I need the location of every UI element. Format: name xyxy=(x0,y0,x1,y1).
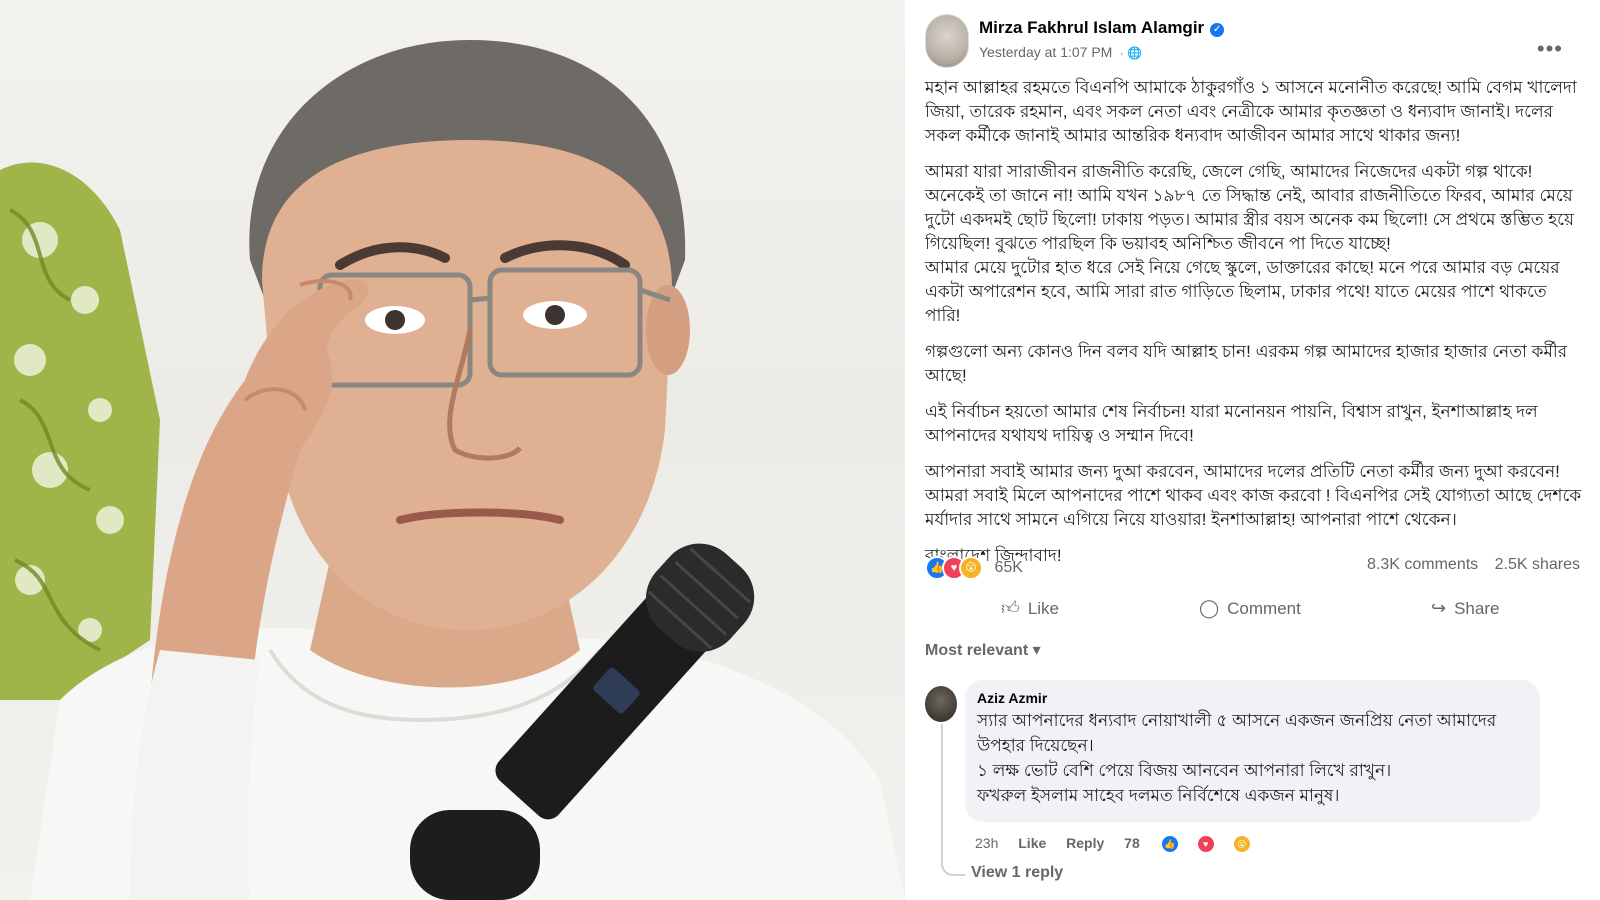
post-paragraph: আপনারা সবাই আমার জন্য দুআ করবেন, আমাদের … xyxy=(925,462,1582,529)
commenter-name[interactable]: Aziz Azmir xyxy=(977,690,1528,706)
comment-line: ফখরুল ইসলাম সাহেব দলমত নির্বিশেষে একজন ম… xyxy=(977,786,1340,805)
comment-label: Comment xyxy=(1227,599,1301,618)
post-paragraph: আমরা যারা সারাজীবন রাজনীতি করেছি, জেলে গ… xyxy=(925,162,1575,253)
comment-reply-button[interactable]: Reply xyxy=(1066,835,1104,851)
author-avatar[interactable] xyxy=(925,14,969,68)
portrait-illustration xyxy=(0,40,905,900)
post-paragraph: এই নির্বাচন হয়তো আমার শেষ নির্বাচন! যার… xyxy=(925,402,1538,445)
comment-button[interactable]: ◯ Comment xyxy=(1199,592,1301,624)
comment-count[interactable]: 8.3K comments xyxy=(1367,556,1478,573)
commenter-avatar[interactable] xyxy=(925,686,957,722)
reactions-summary[interactable]: 👍 ♥ 😮 65K xyxy=(925,556,1023,580)
post-time-text[interactable]: Yesterday at 1:07 PM xyxy=(979,44,1112,60)
author-name[interactable]: Mirza Fakhrul Islam Alamgir ✓ xyxy=(979,18,1225,38)
post-stats: 👍 ♥ 😮 65K 8.3K comments 2.5K shares xyxy=(925,556,1580,580)
chevron-down-icon: ▾ xyxy=(1032,642,1041,659)
share-icon: ↪ xyxy=(1431,598,1447,618)
reaction-count[interactable]: 65K xyxy=(994,559,1022,576)
post-actions: 👍︎ Like ◯ Comment ↪ Share xyxy=(925,592,1580,626)
author-name-text[interactable]: Mirza Fakhrul Islam Alamgir xyxy=(979,18,1204,37)
sort-label: Most relevant xyxy=(925,642,1029,659)
comment-line: স্যার আপনাদের ধন্যবাদ নোয়াখালী ৫ আসনে এ… xyxy=(977,711,1497,755)
share-count[interactable]: 2.5K shares xyxy=(1495,556,1580,573)
like-icon: 👍︎ xyxy=(1001,598,1020,618)
comment-sort-dropdown[interactable]: Most relevant ▾ xyxy=(925,640,1041,660)
comment-bubble: Aziz Azmir স্যার আপনাদের ধন্যবাদ নোয়াখা… xyxy=(965,680,1540,822)
reply-thread-line xyxy=(941,724,965,876)
wow-icon: 😮 xyxy=(959,556,983,580)
comment-age[interactable]: 23h xyxy=(975,835,998,851)
like-button[interactable]: 👍︎ Like xyxy=(1001,592,1059,624)
post-body: মহান আল্লাহর রহমতে বিএনপি আমাকে ঠাকুরগাঁ… xyxy=(925,76,1585,580)
comments-shares: 8.3K comments 2.5K shares xyxy=(1355,556,1580,574)
post-paragraph: মহান আল্লাহর রহমতে বিএনপি আমাকে ঠাকুরগাঁ… xyxy=(925,78,1577,145)
comment-line: ১ লক্ষ ভোট বেশি পেয়ে বিজয় আনবেন আপনারা… xyxy=(977,761,1392,780)
news-photo xyxy=(0,0,905,900)
facebook-post: Mirza Fakhrul Islam Alamgir ✓ Yesterday a… xyxy=(905,0,1600,900)
love-icon: ♥ xyxy=(1195,834,1216,854)
like-icon: 👍 xyxy=(1159,834,1180,854)
globe-icon: · 🌐 xyxy=(1116,46,1142,60)
comment-like-button[interactable]: Like xyxy=(1018,835,1046,851)
post-timestamp[interactable]: Yesterday at 1:07 PM · 🌐 xyxy=(979,44,1142,60)
share-button[interactable]: ↪ Share xyxy=(1431,592,1499,624)
comment-icon: ◯ xyxy=(1199,598,1220,618)
post-header: Mirza Fakhrul Islam Alamgir ✓ Yesterday a… xyxy=(925,14,1585,70)
comment-text: স্যার আপনাদের ধন্যবাদ নোয়াখালী ৫ আসনে এ… xyxy=(977,708,1528,808)
verified-badge-icon: ✓ xyxy=(1210,23,1225,37)
comment-reactions[interactable]: 78 👍 ♥ 😮 xyxy=(1124,834,1267,854)
like-label: Like xyxy=(1027,599,1059,618)
more-options-icon[interactable]: ••• xyxy=(1537,36,1563,62)
wow-icon: 😮 xyxy=(1231,834,1252,854)
comment-meta: 23h Like Reply 78 👍 ♥ 😮 xyxy=(975,834,1284,854)
view-replies-link[interactable]: View 1 reply xyxy=(971,864,1063,882)
post-paragraph: আমার মেয়ে দুটোর হাত ধরে সেই নিয়ে গেছে … xyxy=(925,258,1560,325)
share-label: Share xyxy=(1454,599,1500,618)
post-paragraph: গল্পগুলো অন্য কোনও দিন বলব যদি আল্লাহ চা… xyxy=(925,342,1568,385)
comment-reaction-count: 78 xyxy=(1124,834,1140,851)
